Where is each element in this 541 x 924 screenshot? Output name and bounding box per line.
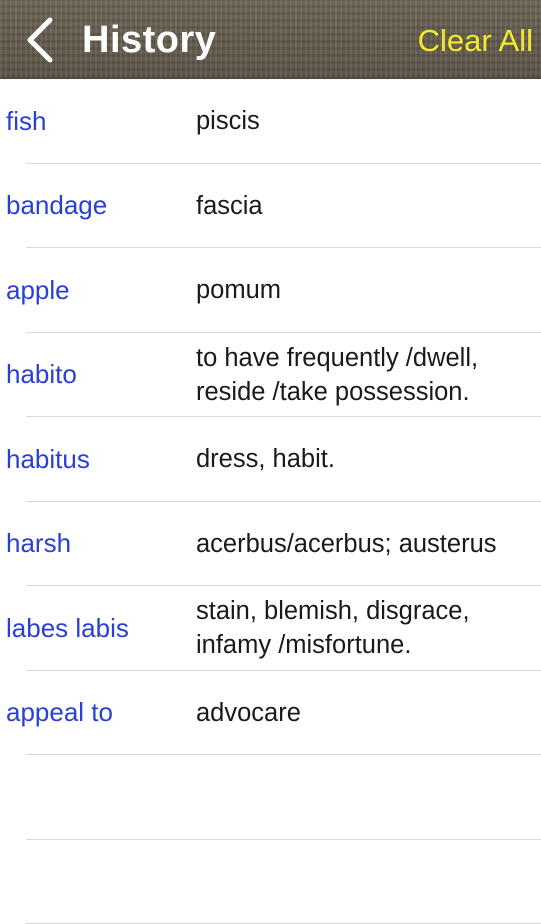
history-word: labes labis [6, 586, 191, 670]
history-definition: stain, blemish, disgrace, infamy /misfor… [196, 586, 536, 670]
history-definition: advocare [196, 671, 536, 755]
history-row[interactable]: habito to have frequently /dwell, reside… [0, 333, 541, 418]
history-definition: to have frequently /dwell, reside /take … [196, 333, 536, 417]
history-word: appeal to [6, 671, 191, 755]
history-row[interactable]: apple pomum [0, 248, 541, 333]
page-title: History [82, 15, 216, 65]
history-word [6, 755, 191, 839]
history-list: fish piscis bandage fascia apple pomum h… [0, 79, 541, 924]
history-word: apple [6, 248, 191, 332]
history-row[interactable]: bandage fascia [0, 164, 541, 249]
history-definition: fascia [196, 164, 536, 248]
history-row[interactable]: appeal to advocare [0, 671, 541, 756]
history-definition: pomum [196, 248, 536, 332]
navigation-bar: History Clear All [0, 0, 541, 79]
history-word: fish [6, 79, 191, 163]
history-definition [196, 840, 536, 924]
history-word: harsh [6, 502, 191, 586]
clear-all-button[interactable]: Clear All [418, 18, 533, 64]
history-word: habito [6, 333, 191, 417]
back-button[interactable] [18, 14, 68, 66]
history-definition: dress, habit. [196, 417, 536, 501]
history-definition [196, 755, 536, 839]
history-word [6, 840, 191, 924]
history-word: habitus [6, 417, 191, 501]
history-word: bandage [6, 164, 191, 248]
chevron-left-icon [18, 14, 62, 66]
history-row[interactable]: harsh acerbus/acerbus; austerus [0, 502, 541, 587]
history-row[interactable]: labes labis stain, blemish, disgrace, in… [0, 586, 541, 671]
history-row[interactable]: habitus dress, habit. [0, 417, 541, 502]
history-row[interactable]: fish piscis [0, 79, 541, 164]
empty-row [0, 755, 541, 840]
empty-row [0, 840, 541, 924]
history-definition: piscis [196, 79, 536, 163]
history-definition: acerbus/acerbus; austerus [196, 502, 536, 586]
